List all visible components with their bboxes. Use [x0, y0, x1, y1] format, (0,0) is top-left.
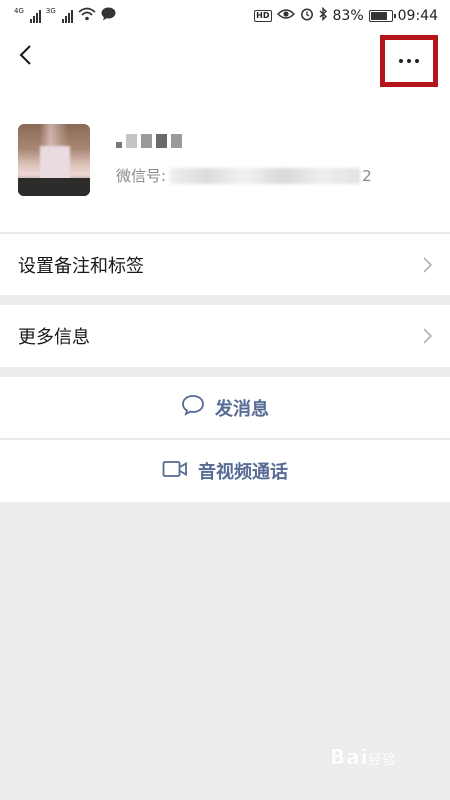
video-call-button[interactable]: 音视频通话: [0, 440, 450, 502]
signal-icon-2: [61, 9, 73, 23]
set-remark-label: 设置备注和标签: [18, 255, 144, 277]
chevron-right-icon: [423, 257, 433, 278]
battery-fill: [370, 12, 388, 20]
hd-icon: HD: [254, 10, 272, 22]
bluetooth-icon: [319, 6, 328, 25]
baidu-watermark: Bai经验: [330, 745, 397, 769]
wifi-icon: [78, 7, 96, 25]
more-dot: [415, 59, 419, 63]
chat-bubble-icon: [181, 394, 205, 421]
more-dot: [407, 59, 411, 63]
alarm-icon: [300, 7, 314, 25]
video-camera-icon: [162, 460, 188, 483]
more-info-row[interactable]: 更多信息: [0, 305, 450, 367]
chat-bubble-icon: [101, 7, 116, 25]
chevron-right-icon: [423, 328, 433, 349]
nickname-blurred: [116, 130, 182, 152]
more-info-label: 更多信息: [18, 327, 90, 348]
battery-icon: [368, 10, 396, 22]
profile-header: 微信号: 2: [0, 32, 450, 232]
wechat-id-tail: 2: [362, 166, 372, 185]
wechat-id-row: 微信号: 2: [116, 165, 372, 186]
watermark-text: Bai: [330, 745, 369, 769]
send-message-label: 发消息: [215, 398, 269, 420]
watermark-suffix: 经验: [368, 753, 397, 768]
network-type-2: 3G: [45, 7, 56, 15]
network-type-1: 4G: [14, 7, 24, 15]
more-button[interactable]: [380, 35, 438, 87]
eye-icon: [276, 8, 295, 24]
wechat-id-label: 微信号:: [116, 167, 167, 185]
signal-icon: [29, 9, 41, 23]
more-dot: [399, 59, 403, 63]
set-remark-row[interactable]: 设置备注和标签: [0, 233, 450, 295]
status-left: 4G 3G: [14, 7, 116, 25]
wechat-id-blurred: [170, 167, 361, 184]
battery-percent: 83%: [332, 8, 364, 24]
send-message-button[interactable]: 发消息: [0, 377, 450, 439]
status-right: HD 83% 09:44: [254, 6, 438, 25]
chevron-left-icon: [18, 44, 32, 70]
video-call-label: 音视频通话: [198, 462, 288, 483]
avatar[interactable]: [18, 124, 90, 196]
back-button[interactable]: [10, 42, 40, 72]
status-bar: 4G 3G HD 83% 09:44: [0, 0, 450, 32]
clock-time: 09:44: [397, 8, 438, 24]
